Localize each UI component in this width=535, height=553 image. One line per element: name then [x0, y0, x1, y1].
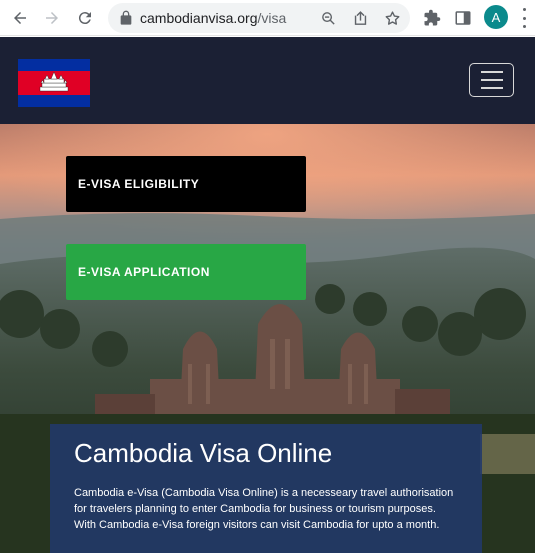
url-domain: cambodianvisa.org — [140, 10, 258, 26]
bookmark-button[interactable] — [382, 8, 402, 28]
zoom-button[interactable] — [318, 8, 338, 28]
hero-section: E-VISA ELIGIBILITY E-VISA APPLICATION Ca… — [0, 124, 535, 553]
url-path: /visa — [257, 10, 287, 26]
cambodia-flag-logo[interactable] — [18, 59, 90, 107]
reload-button[interactable] — [71, 4, 99, 32]
page-title: Cambodia Visa Online — [74, 438, 333, 468]
zoom-icon — [321, 11, 335, 25]
back-button[interactable] — [6, 4, 34, 32]
site-header — [0, 37, 535, 124]
forward-arrow-icon — [46, 12, 58, 24]
share-button[interactable] — [350, 8, 370, 28]
e-visa-application-button[interactable]: E-VISA APPLICATION — [66, 244, 306, 300]
menu-kebab-icon[interactable] — [519, 8, 529, 28]
extensions-button[interactable] — [420, 6, 444, 30]
profile-avatar[interactable]: A — [484, 5, 508, 29]
forward-button[interactable] — [38, 4, 66, 32]
extensions-icon — [424, 9, 441, 26]
intro-paragraph: Cambodia e-Visa (Cambodia Visa Online) i… — [74, 487, 454, 531]
hamburger-menu-button[interactable] — [469, 63, 514, 97]
reload-icon — [78, 12, 91, 25]
e-visa-eligibility-button[interactable]: E-VISA ELIGIBILITY — [66, 156, 306, 212]
back-arrow-icon — [14, 12, 26, 24]
browser-toolbar: cambodianvisa.org/visa A — [0, 0, 535, 36]
info-card: Cambodia Visa Online Cambodia e-Visa (Ca… — [50, 424, 482, 553]
side-panel-button[interactable] — [451, 6, 475, 30]
side-panel-icon — [455, 11, 471, 25]
star-icon — [385, 10, 399, 25]
url-text[interactable]: cambodianvisa.org/visa — [140, 10, 286, 26]
address-bar[interactable]: cambodianvisa.org/visa — [108, 3, 410, 33]
lock-icon[interactable] — [118, 10, 134, 26]
share-icon — [354, 10, 366, 25]
